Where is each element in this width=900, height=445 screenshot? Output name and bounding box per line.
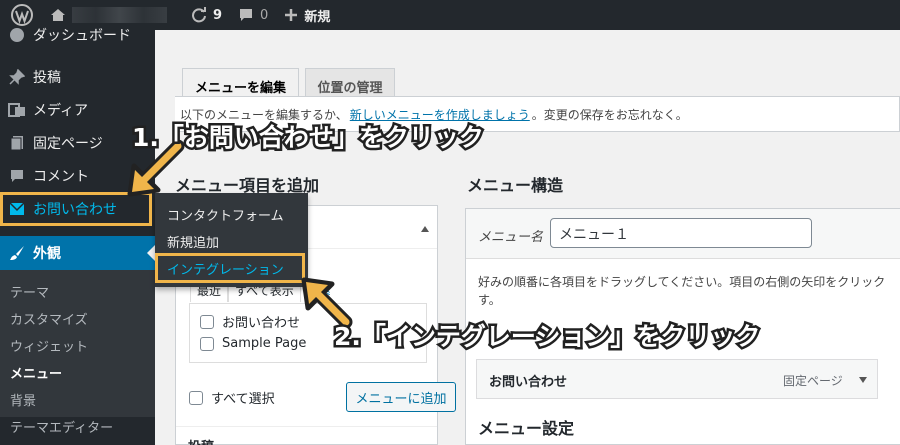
sidebar-item-appearance[interactable]: 外観: [0, 236, 155, 270]
checkbox[interactable]: [200, 314, 214, 329]
callout-box-integration: [155, 253, 305, 283]
panel-divider: [176, 426, 437, 427]
pin-icon: [7, 67, 27, 87]
collapse-arrow-icon[interactable]: [421, 226, 429, 232]
select-all-checkbox[interactable]: [189, 390, 203, 405]
comments-button[interactable]: 0: [230, 0, 276, 30]
menu-item-type: 固定ページ: [783, 374, 843, 388]
comments-count: 0: [260, 7, 269, 23]
notice-text-end: 。変更の保存をお忘れなく。: [531, 107, 688, 122]
dashboard-icon: [7, 25, 27, 45]
flyout-item-contact-forms[interactable]: コンタクトフォーム: [167, 205, 284, 224]
submenu-item-themes[interactable]: テーマ: [10, 282, 49, 301]
sidebar-item-label: コメント: [33, 169, 89, 185]
submenu-item-menus[interactable]: メニュー: [10, 363, 62, 382]
sidebar-item-posts[interactable]: 投稿: [0, 60, 155, 94]
sidebar-item-label: 外観: [33, 246, 61, 262]
submenu-item-background[interactable]: 背景: [10, 390, 36, 409]
menu-item-title: お問い合わせ: [489, 375, 568, 390]
menu-structure-heading: メニュー構造: [467, 176, 564, 195]
annotation-step-2: 2.「インテグレーション」をクリック: [331, 320, 762, 354]
menu-name-label: メニュー名: [478, 230, 544, 245]
annotation-step-1: 1.「お問い合わせ」をクリック: [130, 121, 487, 155]
flyout-item-add-new[interactable]: 新規追加: [167, 232, 219, 251]
submenu-item-widgets[interactable]: ウィジェット: [10, 336, 88, 355]
menu-name-input[interactable]: メニュー１: [550, 218, 812, 248]
submenu-item-theme-editor[interactable]: テーマエディター: [10, 417, 113, 436]
appearance-submenu: テーマ カスタマイズ ウィジェット メニュー 背景 テーマエディター: [0, 270, 155, 436]
list-item[interactable]: お問い合わせ: [200, 312, 300, 331]
page-label: お問い合わせ: [222, 316, 301, 331]
media-icon: [7, 100, 27, 120]
submenu-item-customize[interactable]: カスタマイズ: [10, 309, 88, 328]
chevron-down-icon[interactable]: [859, 377, 867, 383]
list-item[interactable]: Sample Page: [200, 336, 306, 351]
page-label: Sample Page: [222, 336, 307, 351]
plus-icon: [285, 9, 298, 21]
sidebar-item-label: メディア: [33, 103, 89, 119]
drag-instructions: 好みの順番に各項目をドラッグしてください。項目の右側の矢印をクリックす。: [478, 275, 886, 307]
menu-name-bar: メニュー名 メニュー１: [466, 209, 900, 259]
add-to-menu-button[interactable]: メニューに追加: [346, 382, 456, 412]
posts-section-title[interactable]: 投稿: [188, 436, 214, 445]
comment-bubble-icon: [240, 9, 253, 21]
menu-item-handle[interactable]: お問い合わせ 固定ページ: [476, 359, 878, 399]
select-all-row[interactable]: すべて選択: [189, 388, 275, 407]
select-all-label: すべて選択: [211, 392, 275, 407]
sidebar-item-label: 固定ページ: [33, 136, 103, 152]
sidebar-item-dashboard[interactable]: ダッシュボード: [0, 18, 155, 52]
sidebar-item-label: 投稿: [33, 70, 61, 86]
menu-settings-heading: メニュー設定: [478, 419, 575, 438]
refresh-icon: [192, 7, 206, 23]
comment-bubble-icon: [7, 166, 27, 186]
checkbox[interactable]: [200, 336, 214, 351]
sidebar-item-label: ダッシュボード: [33, 28, 131, 44]
updates-count: 9: [213, 7, 223, 23]
pages-icon: [7, 133, 27, 153]
new-label: 新規: [304, 9, 331, 25]
updates-button[interactable]: 9: [183, 0, 230, 30]
admin-sidebar: ダッシュボード 投稿 メディア 固定ページ コメント お問い合わせ 外観 テーマ…: [0, 28, 155, 445]
new-content-button[interactable]: 新規: [276, 0, 338, 30]
paintbrush-icon: [7, 243, 27, 263]
